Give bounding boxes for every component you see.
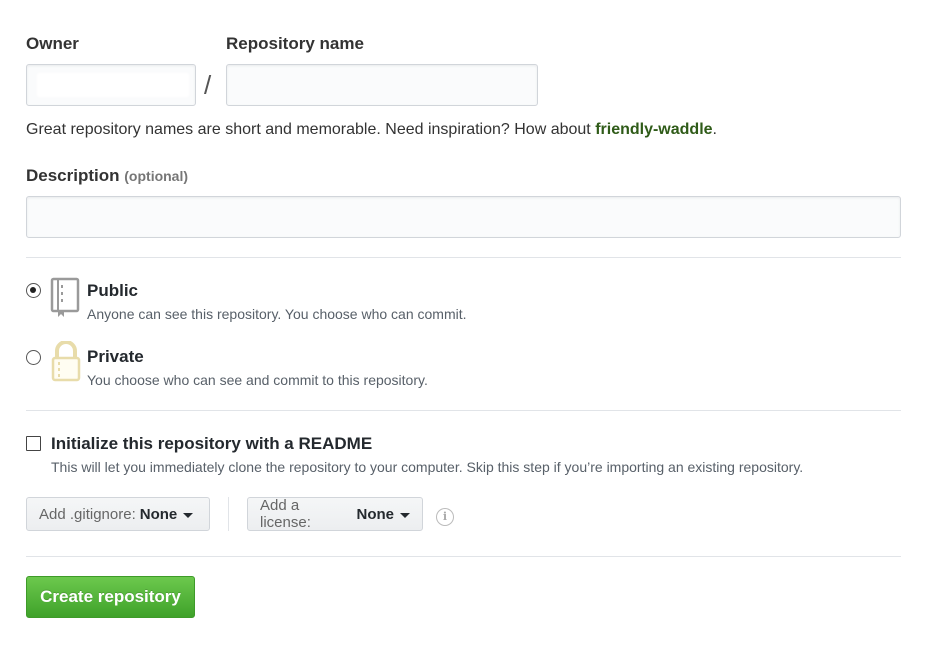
description-label: Description (optional) — [26, 166, 188, 186]
owner-label: Owner — [26, 34, 79, 53]
name-suggestion-link[interactable]: friendly-waddle — [595, 121, 712, 138]
owner-value-redacted — [37, 73, 189, 97]
section-divider — [26, 410, 901, 411]
private-radio[interactable] — [26, 350, 41, 365]
owner-repo-separator: / — [204, 70, 212, 100]
chevron-down-icon — [183, 512, 194, 518]
license-select[interactable]: Add a license: None — [247, 497, 423, 531]
private-option-desc: You choose who can see and commit to thi… — [87, 372, 428, 388]
lock-icon — [50, 340, 82, 388]
repo-name-label: Repository name — [226, 34, 364, 53]
repo-book-icon — [50, 277, 82, 324]
gitignore-value: None — [139, 505, 178, 523]
helper-text: Great repository names are short and mem… — [26, 121, 596, 138]
info-icon[interactable]: i — [436, 508, 454, 526]
license-value: None — [356, 505, 395, 523]
owner-select[interactable] — [26, 64, 196, 106]
readme-desc: This will let you immediately clone the … — [51, 459, 804, 475]
gitignore-select[interactable]: Add .gitignore: None — [26, 497, 210, 531]
public-option-desc: Anyone can see this repository. You choo… — [87, 306, 467, 322]
chevron-down-icon — [400, 512, 410, 518]
create-repository-button[interactable]: Create repository — [26, 576, 195, 618]
description-optional-hint: (optional) — [124, 168, 189, 184]
description-input[interactable] — [26, 196, 901, 238]
helper-end: . — [712, 121, 717, 138]
description-label-text: Description — [26, 166, 120, 185]
repo-name-input[interactable] — [226, 64, 538, 106]
license-label: Add a license: — [260, 497, 311, 531]
select-separator — [228, 497, 229, 531]
section-divider — [26, 556, 901, 557]
repo-name-helper: Great repository names are short and mem… — [26, 121, 717, 139]
section-divider — [26, 257, 901, 258]
readme-checkbox[interactable] — [26, 436, 41, 451]
private-option-title: Private — [87, 347, 144, 366]
public-radio[interactable] — [26, 283, 41, 298]
gitignore-label: Add .gitignore: — [39, 505, 136, 523]
public-option-title: Public — [87, 281, 139, 300]
readme-label[interactable]: Initialize this repository with a README — [51, 434, 372, 454]
